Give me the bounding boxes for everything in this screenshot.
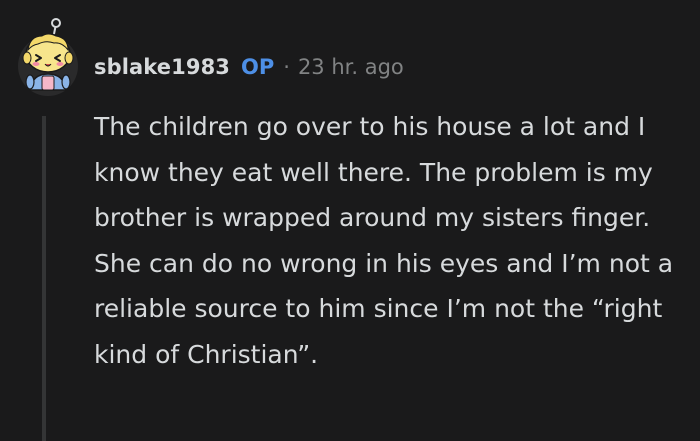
user-avatar[interactable]: [16, 18, 80, 98]
op-badge: OP: [241, 55, 275, 79]
meta-separator: ·: [283, 55, 290, 79]
comment-timestamp[interactable]: 23 hr. ago: [298, 55, 404, 79]
thread-collapse-line[interactable]: [42, 116, 46, 441]
author-username[interactable]: sblake1983: [94, 55, 230, 79]
comment: sblake1983 OP · 23 hr. ago The children …: [0, 0, 700, 441]
snoo-avatar-icon: [18, 18, 78, 96]
comment-body: The children go over to his house a lot …: [94, 112, 674, 369]
comment-header: sblake1983 OP · 23 hr. ago: [94, 50, 404, 84]
